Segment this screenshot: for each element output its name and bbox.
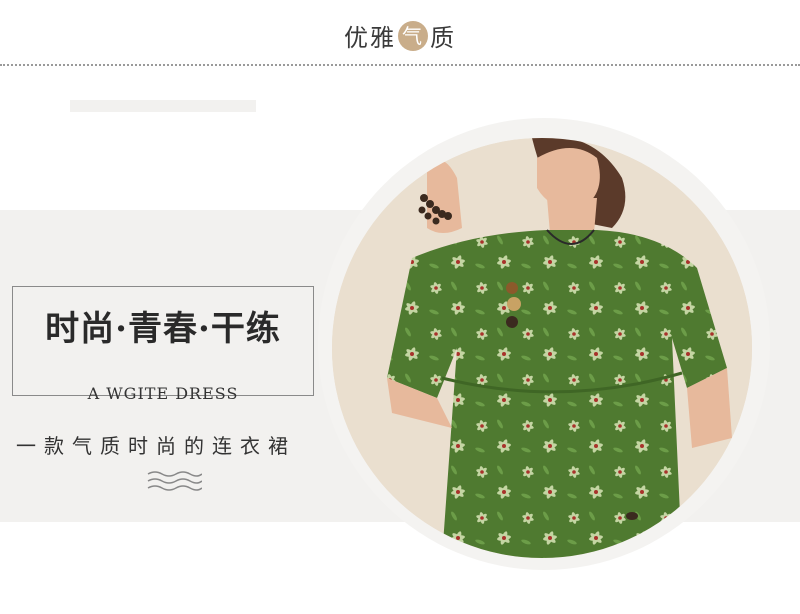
frame-gap [70, 100, 256, 112]
dress-illustration [332, 138, 752, 558]
subtitle-chinese: 一款气质时尚的连衣裙 [16, 434, 296, 458]
wave-lines-icon [146, 470, 203, 496]
subtitle-english: A WGITE DRESS [87, 384, 239, 403]
header-title-part2: 质 [430, 24, 456, 52]
page-header: 优雅气质 [0, 0, 800, 64]
title-frame: 时尚·青春·干练 [12, 286, 314, 396]
product-photo [332, 138, 752, 558]
dotted-divider [0, 64, 800, 66]
header-accent-circle: 气 [398, 20, 428, 51]
header-title-part1: 优雅 [344, 24, 396, 52]
main-title: 时尚·青春·干练 [45, 309, 281, 349]
header-title: 优雅气质 [0, 18, 800, 53]
